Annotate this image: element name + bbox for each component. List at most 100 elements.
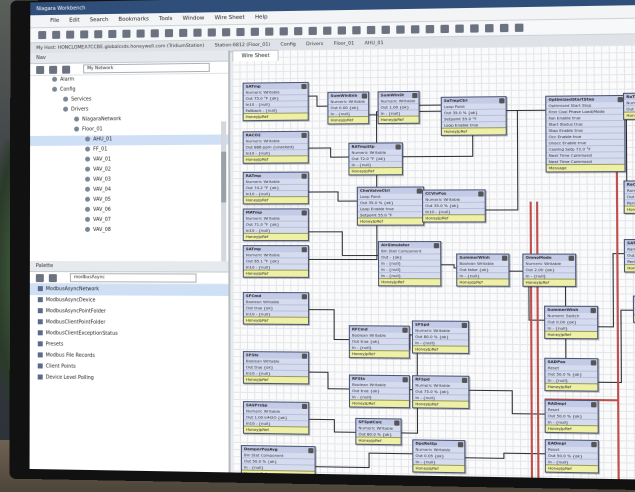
- menu-item[interactable]: Wire Sheet: [215, 15, 245, 22]
- wire-link[interactable]: [314, 452, 413, 468]
- function-block[interactable]: RACO2 Numeric Writable Out 886 ppm {unacke…: [242, 130, 309, 164]
- tab-wire-sheet[interactable]: Wire Sheet: [232, 49, 279, 62]
- nav-tree-item[interactable]: VAV_08: [30, 226, 228, 236]
- highlighted-wire-link[interactable]: [617, 158, 619, 480]
- toolbar-button-icon[interactable]: [94, 30, 103, 39]
- wire-link[interactable]: [307, 310, 349, 340]
- toolbar-button-icon[interactable]: [470, 24, 479, 33]
- breadcrumb-item[interactable]: AHU_01: [365, 41, 384, 46]
- toolbar-button-icon[interactable]: [136, 29, 145, 38]
- toolbar-button-icon[interactable]: [440, 24, 449, 34]
- wire-link[interactable]: [596, 254, 625, 327]
- function-block[interactable]: RFSpd Numeric Writable Out 75.0 % {ok} In -…: [412, 375, 470, 409]
- block-slot[interactable]: Out 65.0 {ok}: [624, 251, 635, 258]
- toolbar-button-icon[interactable]: [514, 23, 524, 32]
- toolbar-button-icon[interactable]: [294, 27, 303, 36]
- palette-item[interactable]: Device Level Polling: [30, 372, 229, 385]
- nav-tree-item[interactable]: VAV_07: [30, 216, 228, 226]
- function-block[interactable]: RaTmNumeric WritableOut 74.0 °F {ok}Hone…: [622, 92, 635, 120]
- toolbar-button-icon[interactable]: [179, 28, 188, 37]
- palette-select[interactable]: modbusAsync: [69, 273, 197, 283]
- function-block[interactable]: CCVlvPos Numeric Writable Out 35.0 % {ok} I…: [422, 189, 486, 223]
- function-block[interactable]: OmnoMode Numeric Writable Out 2.00 {ok} In …: [522, 253, 577, 287]
- menu-item[interactable]: Bookmarks: [118, 16, 148, 23]
- toolbar-button-icon[interactable]: [366, 25, 376, 35]
- toolbar-button-icon[interactable]: [150, 29, 159, 38]
- function-block[interactable]: RADmpl Reset Out 50.0 % {ok} In - {null} Hon…: [544, 399, 599, 434]
- function-block[interactable]: MATmp Numeric Writable Out 71.0 °F {ok} In1…: [242, 208, 309, 242]
- function-block[interactable]: RATmpStp Numeric Writable Out 72.0 °F {ok}…: [348, 142, 403, 176]
- nav-tree-item[interactable]: VAV_04: [30, 185, 228, 196]
- nav-scroll-thumb[interactable]: [221, 151, 227, 203]
- toolbar-button-icon[interactable]: [80, 30, 89, 39]
- function-block[interactable]: ChwValveCtrl Loop Point Out 35.0 % {ok} Loo…: [356, 186, 425, 226]
- wire-link[interactable]: [467, 390, 544, 414]
- toolbar-button-icon[interactable]: [66, 30, 75, 39]
- toolbar-button-icon[interactable]: [499, 23, 509, 33]
- wire-link[interactable]: [307, 192, 357, 201]
- menu-item[interactable]: Window: [183, 15, 205, 21]
- toolbar-button-icon[interactable]: [122, 29, 131, 38]
- function-block[interactable]: SATmp Numeric Writable Out 65.1 °F {ok} In1…: [242, 245, 310, 278]
- function-block[interactable]: SumWinEnb Numeric Writable Out 0.00 {ok} In…: [327, 91, 370, 125]
- toolbar-button-icon[interactable]: [279, 27, 288, 36]
- wire-link[interactable]: [439, 265, 456, 268]
- toolbar-button-icon[interactable]: [308, 26, 317, 36]
- refresh-icon[interactable]: [62, 65, 71, 74]
- menu-item[interactable]: Search: [90, 17, 109, 23]
- breadcrumb-item[interactable]: Drivers: [306, 42, 323, 47]
- breadcrumb-item[interactable]: Config: [281, 42, 296, 47]
- block-slot[interactable]: Out 74.0 °F {ok}: [624, 104, 635, 112]
- toolbar-button-icon[interactable]: [250, 27, 259, 36]
- wire-link[interactable]: [307, 96, 328, 106]
- function-block[interactable]: OptimizedStartStop Optimized Start Stop Fi…: [545, 94, 626, 173]
- toolbar-button-icon[interactable]: [108, 29, 117, 39]
- breadcrumb-item[interactable]: My Host: HONCLOMEA7CCBE.globalcsds.honey…: [36, 44, 204, 51]
- toolbar-button-icon[interactable]: [52, 30, 61, 39]
- menu-item[interactable]: Edit: [69, 17, 79, 23]
- nav-tree-item[interactable]: VAV_06: [30, 205, 228, 215]
- toolbar-button-icon[interactable]: [222, 28, 231, 37]
- function-block[interactable]: SFCmd Boolean Writable Out true {ok} In10 -…: [242, 291, 310, 325]
- function-block[interactable]: SFSts Boolean Writable Out true {ok} In10 -…: [242, 351, 310, 385]
- home-icon[interactable]: [49, 65, 58, 74]
- breadcrumb-item[interactable]: Station:6812 (Floor_01): [215, 43, 271, 49]
- toolbar-button-icon[interactable]: [455, 24, 464, 33]
- function-block[interactable]: SumWinSt Numeric Writable Out 1.00 {ok} In …: [377, 90, 420, 125]
- wire-link[interactable]: [596, 310, 633, 383]
- toolbar-button-icon[interactable]: [207, 28, 216, 37]
- menu-item[interactable]: File: [50, 18, 59, 24]
- function-block[interactable]: DamperPosAvg Bin Stat Component Out 50.0 %…: [240, 444, 316, 480]
- wire-link[interactable]: [307, 372, 349, 389]
- wire-link[interactable]: [307, 148, 349, 157]
- wire-link[interactable]: [307, 111, 442, 259]
- toolbar-button-icon[interactable]: [396, 25, 405, 34]
- function-block[interactable]: RATmp Numeric Writable Out 74.2 °F {ok} In1…: [242, 171, 309, 205]
- toolbar-button-icon[interactable]: [425, 24, 435, 34]
- nav-scrollbar[interactable]: [221, 121, 227, 264]
- block-slot[interactable]: Period 1.00: [625, 257, 635, 265]
- breadcrumb-item[interactable]: Floor_01: [334, 42, 354, 47]
- function-block[interactable]: DpsRelSp Numeric Writable Out 0.05 {ok} In …: [412, 439, 466, 474]
- toolbar-button-icon[interactable]: [323, 26, 332, 35]
- toolbar-button-icon[interactable]: [352, 26, 361, 35]
- toolbar-button-icon[interactable]: [410, 25, 420, 34]
- network-select[interactable]: My Network: [83, 62, 210, 74]
- function-block[interactable]: SATmp Numeric Writable Out 75.0 °F {ok} In1…: [242, 81, 309, 122]
- toolbar-button-icon[interactable]: [164, 29, 174, 38]
- nav-tree-item[interactable]: VAV_05: [30, 195, 228, 206]
- function-block[interactable]: RFSts Boolean Writable Out true {ok} In - {…: [348, 374, 411, 409]
- function-block[interactable]: SFSpd Numeric Writable Out 80.0 % {ok} In -…: [411, 320, 470, 354]
- function-block[interactable]: SFSpdCalc Numeric Writable Out 80.0 % {ok}…: [355, 417, 402, 446]
- toolbar-button-icon[interactable]: [265, 27, 274, 36]
- function-block[interactable]: EADmpl Reset Out 50.0 % {ok} In - {null} Hon…: [544, 439, 600, 474]
- function-block[interactable]: SATmpSimulRampOut 65.0 {ok}Period 1.00Ho…: [623, 239, 635, 273]
- toolbar-button-icon[interactable]: [337, 26, 347, 35]
- block-slot[interactable]: Out 886 {ok}: [624, 192, 635, 200]
- highlighted-wire-link[interactable]: [531, 202, 532, 478]
- toolbar-button-icon[interactable]: [193, 28, 202, 37]
- highlighted-wire-link[interactable]: [537, 202, 538, 478]
- toolbar-button-icon[interactable]: [381, 25, 390, 34]
- menu-item[interactable]: Help: [255, 14, 268, 20]
- function-block[interactable]: SummerWinh Numeric Switch Out 0.00 {ok} In …: [544, 305, 599, 340]
